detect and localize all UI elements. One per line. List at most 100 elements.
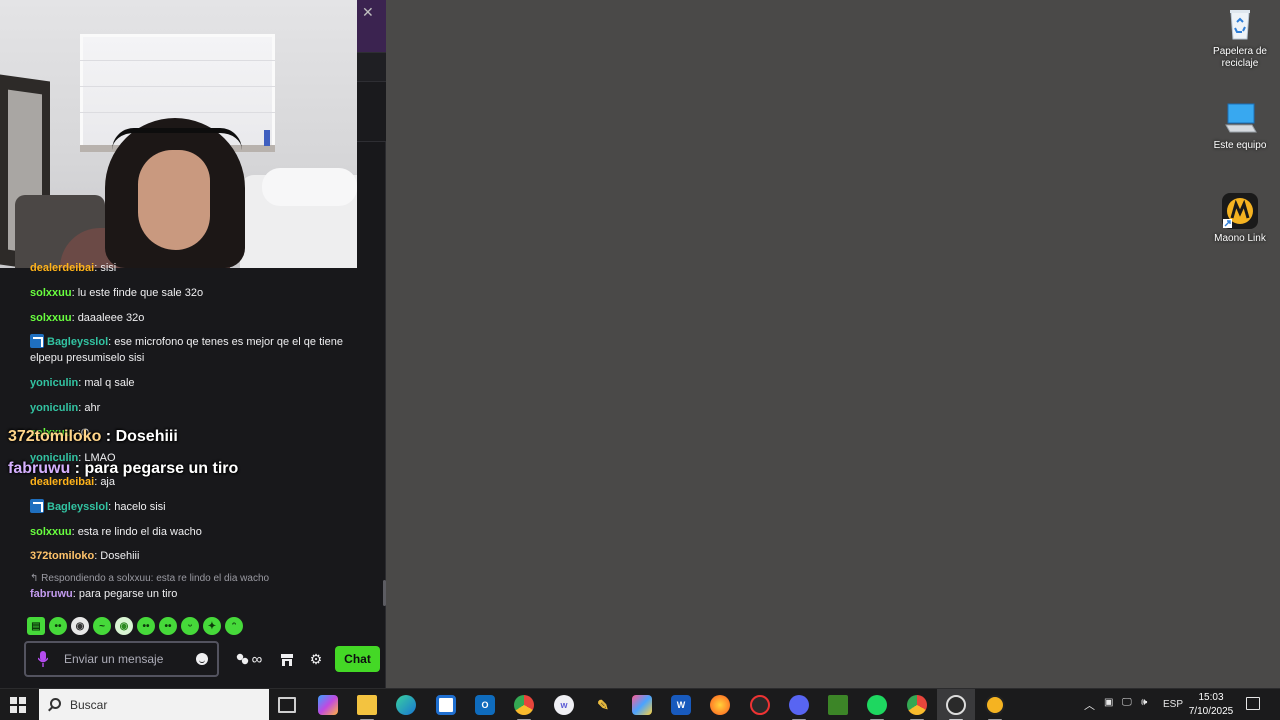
- chat-message: solxxuu: daaaleee 32o: [30, 310, 365, 326]
- minecraft-icon[interactable]: [828, 695, 848, 715]
- network-icon[interactable]: 🖵: [1122, 697, 1132, 708]
- emote-icon[interactable]: ✦: [203, 617, 221, 635]
- chat-message: yoniculin: ahr: [30, 400, 365, 416]
- overlay-username: fabruwu: [8, 460, 71, 477]
- recording-app-icon[interactable]: [750, 695, 770, 715]
- chat-pinned-area: [357, 82, 386, 142]
- emote-icon[interactable]: ••: [137, 617, 155, 635]
- emote-icon[interactable]: ~: [93, 617, 111, 635]
- chat-username[interactable]: yoniculin: [30, 377, 78, 389]
- game-launcher-icon[interactable]: [710, 695, 730, 715]
- chat-username[interactable]: Bagleysslol: [47, 501, 108, 513]
- desktop-icon-recycle-bin[interactable]: Papelera de reciclaje: [1204, 6, 1276, 70]
- task-view-icon[interactable]: [278, 697, 296, 713]
- emote-icon[interactable]: ᵔ: [225, 617, 243, 635]
- taskbar-clock[interactable]: 15:03 7/10/2025: [1188, 691, 1234, 719]
- chat-message: Bagleysslol: hacelo sisi: [30, 499, 365, 515]
- chat-text: : esta re lindo el dia wacho: [71, 526, 202, 538]
- chat-message: yoniculin: mal q sale: [30, 375, 365, 391]
- tray-overflow-icon[interactable]: ︿: [1084, 697, 1095, 713]
- emote-icon[interactable]: ◉: [115, 617, 133, 635]
- chat-username[interactable]: yoniculin: [30, 402, 78, 414]
- chat-username[interactable]: dealerdeibai: [30, 262, 94, 274]
- windows-start-icon[interactable]: [10, 697, 26, 713]
- computer-icon: [1222, 100, 1258, 136]
- store-button[interactable]: [278, 648, 296, 670]
- close-icon[interactable]: ✕: [362, 4, 374, 21]
- store-icon: [281, 653, 293, 666]
- search-placeholder: Buscar: [70, 698, 108, 712]
- chat-text: : daaaleee 32o: [71, 312, 145, 324]
- desktop-icon-maono-link[interactable]: Maono Link: [1204, 193, 1276, 245]
- desktop-icon-this-pc[interactable]: Este equipo: [1204, 100, 1276, 152]
- notes-app-icon[interactable]: ✎: [593, 695, 613, 715]
- emote-icon[interactable]: ••: [159, 617, 177, 635]
- spotify-icon[interactable]: [867, 695, 887, 715]
- emote-icon[interactable]: ᵕ: [181, 617, 199, 635]
- chrome-icon[interactable]: [514, 695, 534, 715]
- emote-icon[interactable]: ••: [49, 617, 67, 635]
- chat-message-input[interactable]: Enviar un mensaje: [24, 641, 219, 677]
- chat-send-button[interactable]: Chat: [335, 646, 380, 672]
- infinity-label: ∞: [251, 650, 263, 668]
- taskbar: Buscar O w ✎ W ︿ ▣ 🖵 🕪 ESP 15:03 7/10/20…: [0, 688, 1280, 720]
- chat-header-strip: [357, 52, 386, 82]
- chat-username[interactable]: solxxuu: [30, 287, 72, 299]
- desktop-icon-label: Este equipo: [1213, 140, 1267, 151]
- wps-icon[interactable]: w: [554, 695, 574, 715]
- emote-picker-icon[interactable]: [196, 653, 208, 665]
- edge-icon[interactable]: [396, 695, 416, 715]
- chat-message: solxxuu: lu este finde que sale 32o: [30, 285, 365, 301]
- chat-username[interactable]: solxxuu: [30, 312, 72, 324]
- microphone-icon[interactable]: [38, 651, 48, 667]
- discord-icon[interactable]: [789, 695, 809, 715]
- channel-points-button[interactable]: ∞: [232, 648, 266, 670]
- chat-text: : lu este finde que sale 32o: [71, 287, 204, 299]
- webcam-overlay: [0, 0, 357, 268]
- file-explorer-icon[interactable]: [357, 695, 377, 715]
- taskbar-search[interactable]: Buscar: [39, 689, 269, 720]
- volume-icon[interactable]: 🕪: [1141, 697, 1147, 708]
- overlay-text: : para pegarse un tiro: [70, 460, 239, 477]
- chat-text: : hacelo sisi: [108, 501, 166, 513]
- gear-icon: ⚙: [309, 650, 323, 667]
- chat-username[interactable]: Bagleysslol: [47, 336, 108, 348]
- microsoft-store-icon[interactable]: [436, 695, 456, 715]
- notification-icon[interactable]: [1246, 697, 1260, 710]
- language-indicator[interactable]: ESP: [1163, 699, 1183, 710]
- emote-icon[interactable]: ▤: [27, 617, 45, 635]
- overlay-message: 372tomiloko : Dosehiii: [8, 428, 178, 446]
- chat-text: : mal q sale: [78, 377, 135, 389]
- m365-icon[interactable]: [632, 695, 652, 715]
- channel-points-icon: [236, 653, 248, 665]
- overlay-text: : Dosehiii: [101, 428, 178, 445]
- sub-badge-icon: [30, 334, 44, 348]
- chat-settings-button[interactable]: ⚙: [308, 648, 324, 670]
- chat-message: dealerdeibai: sisi: [30, 260, 365, 276]
- maono-link-taskbar-icon[interactable]: [985, 695, 1005, 715]
- clock-date: 7/10/2025: [1188, 706, 1234, 717]
- obs-icon[interactable]: [946, 695, 966, 715]
- emote-icon[interactable]: ◉: [71, 617, 89, 635]
- copilot-icon[interactable]: [318, 695, 338, 715]
- clock-time: 15:03: [1198, 692, 1224, 703]
- chat-text: : Dosehiii: [94, 550, 140, 562]
- chrome-profile-icon[interactable]: [907, 695, 927, 715]
- desktop-icon-label: Maono Link: [1214, 233, 1266, 244]
- chat-scrollbar[interactable]: [383, 580, 386, 606]
- chat-username[interactable]: fabruwu: [30, 588, 73, 600]
- chat-username[interactable]: solxxuu: [30, 526, 72, 538]
- chat-text: : sisi: [94, 262, 117, 274]
- reply-note: ↰ Respondiendo a solxxuu: esta re lindo …: [30, 573, 270, 584]
- desktop-icon-label: Papelera de reciclaje: [1213, 46, 1267, 69]
- recycle-bin-icon: [1222, 6, 1258, 42]
- word-icon[interactable]: W: [671, 695, 691, 715]
- overlay-username: 372tomiloko: [8, 428, 102, 445]
- outlook-icon[interactable]: O: [475, 695, 495, 715]
- maono-link-icon: [1222, 193, 1258, 229]
- tray-device-icon[interactable]: ▣: [1104, 697, 1113, 708]
- chat-text: : para pegarse un tiro: [72, 588, 178, 600]
- chat-message: Bagleysslol: ese microfono qe tenes es m…: [30, 334, 350, 366]
- chat-username[interactable]: 372tomiloko: [30, 550, 94, 562]
- search-icon: [50, 698, 61, 709]
